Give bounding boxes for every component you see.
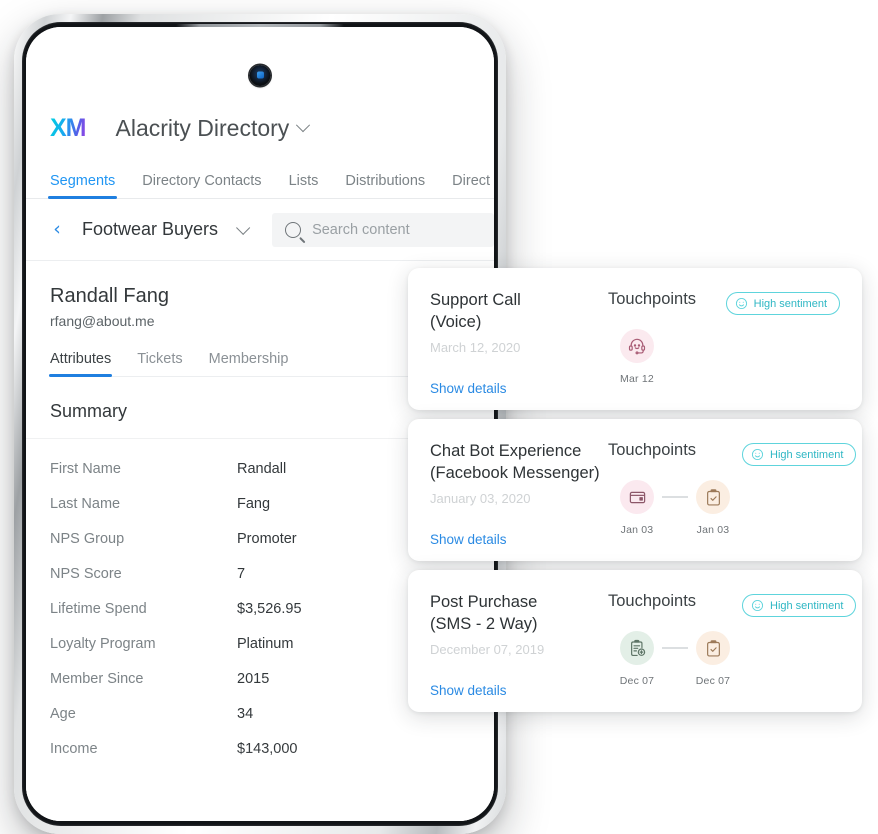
- segment-chevron-down-icon[interactable]: [236, 220, 251, 235]
- table-row: Income $143,000: [50, 731, 494, 766]
- card-title: Support Call (Voice): [430, 291, 521, 331]
- attribute-key: Loyalty Program: [50, 635, 156, 652]
- card-date: December 07, 2019: [430, 641, 545, 657]
- show-details-link[interactable]: Show details: [430, 381, 608, 396]
- touchpoints-heading: Touchpoints: [608, 592, 697, 610]
- attribute-key: Lifetime Spend: [50, 600, 147, 617]
- card-date: March 12, 2020: [430, 339, 521, 355]
- touchpoints-heading: Touchpoints: [608, 290, 697, 308]
- touchpoint[interactable]: Jan 03: [608, 480, 666, 536]
- attribute-value: 34: [237, 705, 254, 722]
- search-icon: [285, 221, 302, 238]
- clipboard-check-icon: [696, 480, 730, 514]
- segment-toolbar: ‹ Footwear Buyers Search content: [26, 199, 494, 261]
- card-date: January 03, 2020: [430, 490, 531, 506]
- tab-directories[interactable]: Direct: [452, 173, 490, 198]
- touchpoint[interactable]: Mar 12: [608, 329, 666, 385]
- attribute-value: Platinum: [237, 635, 294, 652]
- touchpoints-row: Mar 12: [608, 329, 726, 385]
- back-chevron-icon[interactable]: ‹: [46, 220, 68, 239]
- attribute-value: $143,000: [237, 740, 298, 757]
- front-camera-icon: [249, 65, 271, 86]
- status-badge-label: High sentiment: [770, 448, 844, 461]
- touchpoint-date: Jan 03: [620, 524, 654, 536]
- attribute-key: First Name: [50, 460, 121, 477]
- headset-icon: [620, 329, 654, 363]
- attribute-value: 2015: [237, 670, 270, 687]
- status-badge-label: High sentiment: [753, 297, 827, 310]
- primary-nav-tabs: Segments Directory Contacts Lists Distri…: [26, 159, 494, 199]
- chevron-down-icon: [296, 118, 311, 133]
- clipboard-check-icon: [696, 631, 730, 665]
- timeline-card-support-call[interactable]: Support Call (Voice) March 12, 2020 Show …: [408, 268, 862, 410]
- touchpoint-date: Jan 03: [696, 524, 730, 536]
- attribute-value: 7: [237, 565, 246, 582]
- card-title: Post Purchase (SMS - 2 Way): [430, 593, 538, 633]
- tab-distributions[interactable]: Distributions: [345, 173, 425, 198]
- tab-tickets[interactable]: Tickets: [137, 351, 182, 376]
- attribute-key: Income: [50, 740, 98, 757]
- search-placeholder: Search content: [312, 221, 410, 238]
- touchpoint-date: Dec 07: [619, 675, 655, 687]
- card-title: Chat Bot Experience (Facebook Messenger): [430, 442, 600, 482]
- status-badge: High sentiment: [725, 292, 840, 315]
- touchpoints-row: Dec 07 Dec 07: [608, 631, 742, 687]
- timeline-card-post-purchase[interactable]: Post Purchase (SMS - 2 Way) December 07, …: [408, 570, 862, 712]
- attribute-value: Fang: [237, 495, 271, 512]
- search-input[interactable]: Search content: [272, 212, 494, 247]
- tab-lists[interactable]: Lists: [289, 173, 319, 198]
- smiley-icon: [751, 599, 764, 612]
- tab-segments[interactable]: Segments: [47, 173, 118, 199]
- touchpoint[interactable]: Dec 07: [684, 631, 742, 687]
- tab-directory-contacts[interactable]: Directory Contacts: [142, 173, 261, 198]
- attribute-key: Member Since: [50, 670, 144, 687]
- touchpoint-date: Mar 12: [620, 373, 654, 385]
- status-badge: High sentiment: [742, 443, 857, 466]
- directory-title: Alacrity Directory: [115, 114, 290, 141]
- screenshot-stage: XM Alacrity Directory Segments Directory…: [0, 0, 878, 834]
- chat-window-icon: [620, 480, 654, 514]
- app-header: XM Alacrity Directory: [26, 97, 494, 159]
- attribute-value: $3,526.95: [237, 600, 302, 617]
- attribute-value: Randall: [237, 460, 287, 477]
- smiley-icon: [735, 297, 747, 310]
- directory-selector[interactable]: Alacrity Directory: [115, 114, 311, 142]
- segment-name: Footwear Buyers: [82, 219, 219, 239]
- clipboard-add-icon: [620, 631, 654, 665]
- attribute-key: NPS Score: [50, 565, 122, 582]
- touchpoint-date: Dec 07: [695, 675, 731, 687]
- attribute-value: Promoter: [237, 530, 297, 547]
- tab-attributes[interactable]: Attributes: [48, 351, 113, 377]
- touchpoints-row: Jan 03 Jan 03: [608, 480, 742, 536]
- touchpoint[interactable]: Jan 03: [684, 480, 742, 536]
- timeline-card-chat-bot[interactable]: Chat Bot Experience (Facebook Messenger) …: [408, 419, 862, 561]
- tab-membership[interactable]: Membership: [209, 351, 289, 376]
- status-badge: High sentiment: [742, 594, 857, 617]
- touchpoint[interactable]: Dec 07: [608, 631, 666, 687]
- show-details-link[interactable]: Show details: [430, 683, 608, 698]
- attribute-key: NPS Group: [50, 530, 125, 547]
- attribute-key: Age: [50, 705, 76, 722]
- show-details-link[interactable]: Show details: [430, 532, 608, 547]
- attribute-key: Last Name: [50, 495, 121, 512]
- xm-logo[interactable]: XM: [50, 115, 86, 141]
- smiley-icon: [751, 448, 764, 461]
- touchpoints-heading: Touchpoints: [608, 441, 697, 459]
- status-badge-label: High sentiment: [770, 599, 844, 612]
